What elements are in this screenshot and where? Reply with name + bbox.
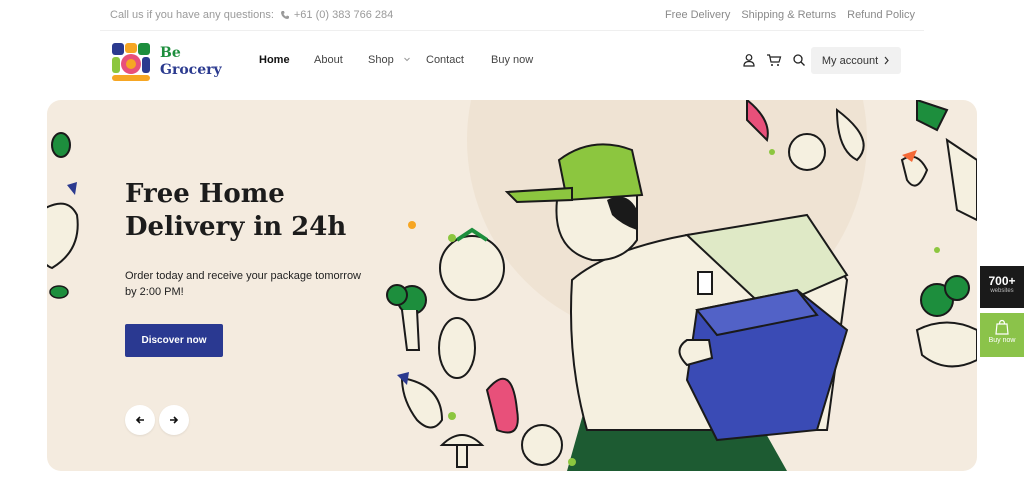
discover-now-button[interactable]: Discover now (125, 324, 223, 357)
top-link-refund-policy[interactable]: Refund Policy (847, 9, 915, 21)
arrow-right-icon (170, 416, 179, 424)
side-buy-now-label: Buy now (988, 337, 1016, 344)
logo-mark-icon (110, 41, 152, 83)
hero-title: Free Home Delivery in 24h (125, 179, 347, 242)
websites-count: 700+ (988, 274, 1016, 288)
logo-line-2: Grocery (160, 62, 222, 78)
chevron-right-icon (884, 56, 889, 65)
user-icon[interactable] (742, 53, 756, 67)
websites-count-label: websites (990, 288, 1014, 294)
side-buy-now-button[interactable]: Buy now (980, 313, 1024, 357)
shopping-bag-icon (995, 319, 1009, 335)
top-link-shipping-returns[interactable]: Shipping & Returns (741, 9, 836, 21)
slider-next-button[interactable] (159, 405, 189, 435)
slider-prev-button[interactable] (125, 405, 155, 435)
nav-item-shop-label: Shop (368, 54, 394, 66)
nav-item-buy-now[interactable]: Buy now (491, 54, 533, 66)
main-header: Be Grocery Home About Shop Contact Buy n… (0, 31, 1024, 93)
logo-line-1: Be (160, 45, 181, 61)
my-account-label: My account (821, 54, 879, 67)
phone-icon (280, 11, 289, 19)
top-link-free-delivery[interactable]: Free Delivery (665, 9, 730, 21)
my-account-button[interactable]: My account (811, 47, 901, 74)
contact-info: Call us if you have any questions: +61 (… (110, 9, 393, 21)
nav-item-home[interactable]: Home (259, 54, 290, 66)
top-links: Free Delivery Shipping & Returns Refund … (665, 9, 915, 21)
cart-icon[interactable] (766, 53, 782, 67)
logo-text: Be Grocery (160, 45, 222, 79)
phone-number: +61 (0) 383 766 284 (293, 9, 394, 21)
top-bar: Call us if you have any questions: +61 (… (0, 0, 1024, 31)
nav-item-shop[interactable]: Shop (368, 54, 411, 66)
arrow-left-icon (135, 416, 144, 424)
phone-link[interactable]: +61 (0) 383 766 284 (280, 9, 393, 21)
nav-item-contact[interactable]: Contact (426, 54, 464, 66)
site-logo[interactable]: Be Grocery (110, 41, 222, 83)
nav-item-about[interactable]: About (314, 54, 343, 66)
hero-banner: Free Home Delivery in 24h Order today an… (47, 100, 977, 471)
websites-count-widget[interactable]: 700+ websites (980, 266, 1024, 308)
header-icons (742, 53, 806, 67)
hero-subtitle: Order today and receive your package tom… (125, 270, 362, 298)
search-icon[interactable] (792, 53, 806, 67)
chevron-down-icon (403, 57, 410, 62)
contact-label: Call us if you have any questions: (110, 9, 274, 21)
